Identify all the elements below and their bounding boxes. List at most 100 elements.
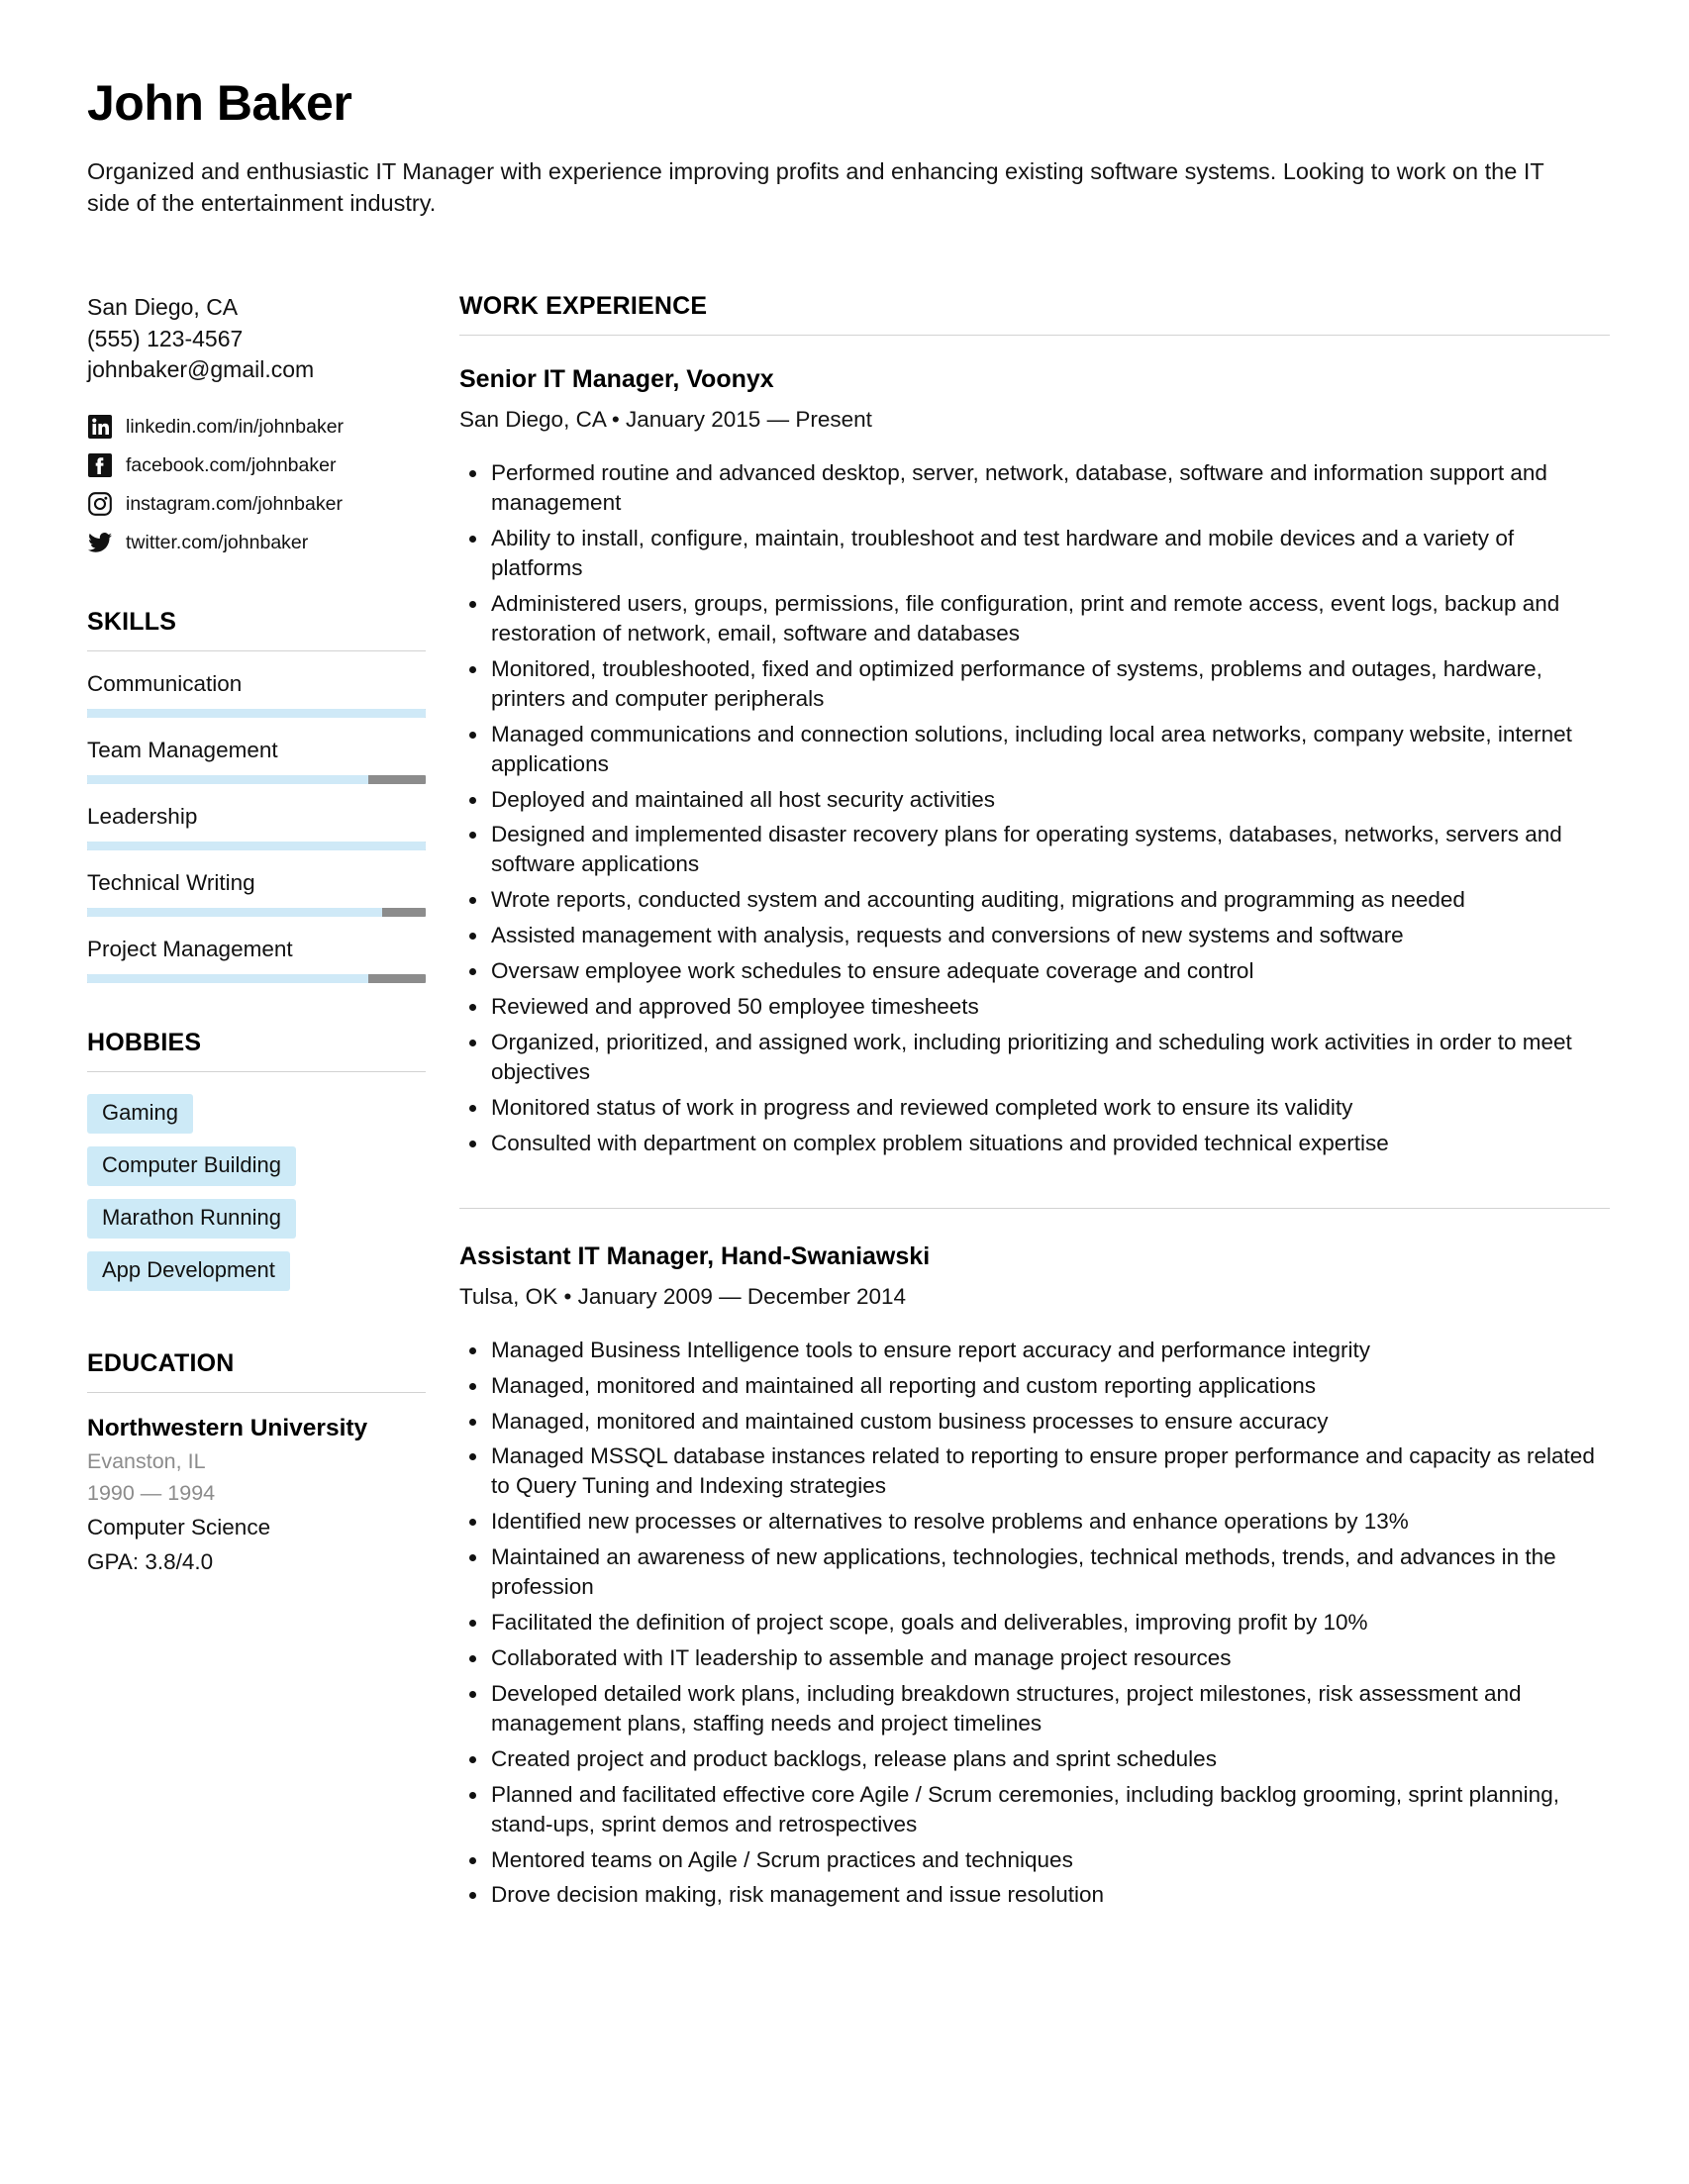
hobby-row: Computer Building xyxy=(87,1145,426,1199)
hobbies-heading: HOBBIES xyxy=(87,1028,202,1056)
skills-section: SKILLS Communication Team Management Lea… xyxy=(87,608,426,983)
job-bullet: Consulted with department on complex pro… xyxy=(459,1129,1610,1158)
skill-label: Project Management xyxy=(87,936,293,961)
job-bullet: Monitored status of work in progress and… xyxy=(459,1093,1610,1123)
job-bullet: Managed Business Intelligence tools to e… xyxy=(459,1336,1610,1365)
skill-item: Technical Writing xyxy=(87,870,426,917)
job-bullet: Administered users, groups, permissions,… xyxy=(459,589,1610,648)
contact-block: San Diego, CA (555) 123-4567 johnbaker@g… xyxy=(87,292,426,386)
social-link-facebook[interactable]: facebook.com/johnbaker xyxy=(87,447,426,485)
education-major: Computer Science xyxy=(87,1514,271,1539)
job-bullet: Assisted management with analysis, reque… xyxy=(459,921,1610,950)
skill-progress-fill xyxy=(87,973,368,983)
job-bullet: Managed communications and connection so… xyxy=(459,720,1610,779)
job-bullet: Maintained an awareness of new applicati… xyxy=(459,1542,1610,1602)
summary-text: Organized and enthusiastic IT Manager wi… xyxy=(87,157,1544,216)
skill-progress-fill xyxy=(87,774,368,784)
job-bullet: Ability to install, configure, maintain,… xyxy=(459,524,1610,583)
social-link-label: facebook.com/johnbaker xyxy=(126,453,337,476)
job-bullets: Performed routine and advanced desktop, … xyxy=(459,458,1610,1157)
education-heading: EDUCATION xyxy=(87,1348,235,1377)
education-years: 1990 — 1994 xyxy=(87,1480,216,1505)
job-divider xyxy=(459,1207,1610,1209)
job-bullet: Identified new processes or alternatives… xyxy=(459,1507,1610,1537)
hobbies-list: Gaming Computer Building Marathon Runnin… xyxy=(87,1093,426,1304)
job-bullet: Wrote reports, conducted system and acco… xyxy=(459,885,1610,915)
skill-progress-bar xyxy=(87,973,426,983)
skill-item: Communication xyxy=(87,671,426,718)
job-entry: Assistant IT Manager, Hand-Swaniawski Tu… xyxy=(459,1242,1610,1911)
job-bullet: Deployed and maintained all host securit… xyxy=(459,785,1610,815)
job-bullet: Managed MSSQL database instances related… xyxy=(459,1441,1610,1501)
skill-progress-fill xyxy=(87,708,426,718)
skills-heading: SKILLS xyxy=(87,607,177,636)
job-bullet: Managed, monitored and maintained custom… xyxy=(459,1407,1610,1437)
hobby-row: App Development xyxy=(87,1250,426,1304)
sidebar: San Diego, CA (555) 123-4567 johnbaker@g… xyxy=(87,292,446,1575)
social-link-label: linkedin.com/in/johnbaker xyxy=(126,415,345,438)
skill-progress-fill xyxy=(87,907,382,917)
education-section: EDUCATION Northwestern University Evanst… xyxy=(87,1349,426,1575)
job-bullet: Facilitated the definition of project sc… xyxy=(459,1608,1610,1638)
job-bullet: Managed, monitored and maintained all re… xyxy=(459,1371,1610,1401)
contact-phone: (555) 123-4567 xyxy=(87,325,244,351)
education-school: Northwestern University xyxy=(87,1414,368,1441)
twitter-icon xyxy=(87,530,113,555)
skill-progress-bar xyxy=(87,907,426,917)
social-link-label: instagram.com/johnbaker xyxy=(126,492,343,515)
job-bullet: Collaborated with IT leadership to assem… xyxy=(459,1643,1610,1673)
hobby-tag: App Development xyxy=(87,1250,290,1291)
social-link-label: twitter.com/johnbaker xyxy=(126,531,309,553)
education-gpa: GPA: 3.8/4.0 xyxy=(87,1548,214,1574)
hobby-row: Marathon Running xyxy=(87,1198,426,1251)
social-link-linkedin[interactable]: linkedin.com/in/johnbaker xyxy=(87,408,426,447)
job-bullet: Designed and implemented disaster recove… xyxy=(459,820,1610,879)
contact-email: johnbaker@gmail.com xyxy=(87,356,315,383)
skill-item: Leadership xyxy=(87,804,426,850)
job-bullet: Drove decision making, risk management a… xyxy=(459,1880,1610,1910)
job-entry: Senior IT Manager, Voonyx San Diego, CA … xyxy=(459,365,1610,1157)
education-location: Evanston, IL xyxy=(87,1448,206,1473)
hobby-row: Gaming xyxy=(87,1093,426,1146)
section-divider xyxy=(87,649,426,651)
main-content: WORK EXPERIENCE Senior IT Manager, Voony… xyxy=(446,292,1610,1916)
hobby-tag: Marathon Running xyxy=(87,1198,297,1239)
section-divider xyxy=(87,1070,426,1072)
contact-location: San Diego, CA xyxy=(87,294,239,321)
skill-label: Leadership xyxy=(87,803,198,829)
skill-progress-fill xyxy=(87,841,426,850)
skill-label: Team Management xyxy=(87,737,278,762)
skill-label: Communication xyxy=(87,670,243,696)
linkedin-icon xyxy=(87,414,113,440)
hobby-tag: Computer Building xyxy=(87,1145,296,1186)
social-link-twitter[interactable]: twitter.com/johnbaker xyxy=(87,524,426,562)
job-bullets: Managed Business Intelligence tools to e… xyxy=(459,1336,1610,1911)
skill-item: Project Management xyxy=(87,937,426,983)
skill-item: Team Management xyxy=(87,738,426,784)
skill-label: Technical Writing xyxy=(87,869,255,895)
social-link-instagram[interactable]: instagram.com/johnbaker xyxy=(87,485,426,524)
job-bullet: Created project and product backlogs, re… xyxy=(459,1744,1610,1774)
facebook-icon xyxy=(87,452,113,478)
job-bullet: Reviewed and approved 50 employee timesh… xyxy=(459,992,1610,1022)
skill-progress-bar xyxy=(87,708,426,718)
hobby-tag: Gaming xyxy=(87,1093,194,1134)
job-meta: San Diego, CA • January 2015 — Present xyxy=(459,407,872,433)
instagram-icon xyxy=(87,491,113,517)
resume-body: San Diego, CA (555) 123-4567 johnbaker@g… xyxy=(87,292,1610,1916)
page-title: John Baker xyxy=(87,75,352,131)
social-links: linkedin.com/in/johnbaker facebook.com/j… xyxy=(87,408,426,562)
section-divider xyxy=(87,1391,426,1393)
job-bullet: Oversaw employee work schedules to ensur… xyxy=(459,956,1610,986)
resume-page: John Baker Organized and enthusiastic IT… xyxy=(0,0,1689,2184)
job-bullet: Developed detailed work plans, including… xyxy=(459,1679,1610,1738)
job-bullet: Organized, prioritized, and assigned wor… xyxy=(459,1028,1610,1087)
job-title: Assistant IT Manager, Hand-Swaniawski xyxy=(459,1241,931,1270)
job-bullet: Monitored, troubleshooted, fixed and opt… xyxy=(459,654,1610,714)
hobbies-section: HOBBIES Gaming Computer Building Maratho… xyxy=(87,1029,426,1304)
work-experience-heading: WORK EXPERIENCE xyxy=(459,292,708,321)
skill-progress-bar xyxy=(87,774,426,784)
skill-progress-bar xyxy=(87,841,426,850)
job-bullet: Mentored teams on Agile / Scrum practice… xyxy=(459,1845,1610,1875)
section-divider xyxy=(459,335,1610,337)
